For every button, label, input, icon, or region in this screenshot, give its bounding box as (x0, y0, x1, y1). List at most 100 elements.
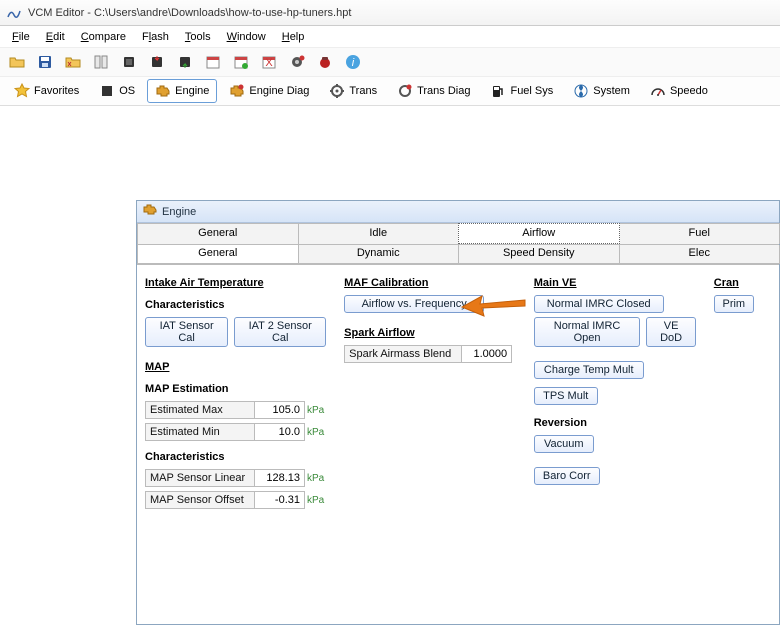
chip-icon[interactable] (118, 51, 140, 73)
main-ve-title: Main VE (534, 277, 696, 289)
map-linear-value[interactable]: 128.13 (255, 469, 305, 487)
compare-icon[interactable] (90, 51, 112, 73)
tab-fuel[interactable]: Fuel (619, 223, 780, 244)
map-linear-unit: kPa (305, 473, 324, 484)
chip-small-icon (99, 83, 115, 99)
col-maf: MAF Calibration Airflow vs. Frequency Sp… (344, 273, 516, 616)
menu-edit[interactable]: Edit (38, 28, 73, 46)
favorites-label: Favorites (34, 85, 79, 97)
fuel-sys-label: Fuel Sys (510, 85, 553, 97)
ve-dod-button[interactable]: VE DoD (646, 317, 695, 347)
favorites-button[interactable]: Favorites (6, 79, 87, 103)
spark-airmass-label: Spark Airmass Blend (344, 345, 462, 363)
iat2-sensor-cal-button[interactable]: IAT 2 Sensor Cal (234, 317, 326, 347)
normal-imrc-closed-button[interactable]: Normal IMRC Closed (534, 295, 664, 313)
os-label: OS (119, 85, 135, 97)
speedo-button[interactable]: Speedo (642, 79, 716, 103)
save-icon[interactable] (34, 51, 56, 73)
folder-icon[interactable] (62, 51, 84, 73)
menu-help[interactable]: Help (274, 28, 313, 46)
estimated-min-unit: kPa (305, 427, 324, 438)
estimated-max-label: Estimated Max (145, 401, 255, 419)
iat-sensor-cal-button[interactable]: IAT Sensor Cal (145, 317, 228, 347)
subtab-elec[interactable]: Elec (619, 245, 780, 264)
normal-imrc-open-button[interactable]: Normal IMRC Open (534, 317, 641, 347)
col-cran: Cran Prim (714, 273, 771, 616)
tab-idle[interactable]: Idle (298, 223, 460, 244)
calendar3-icon[interactable]: X (258, 51, 280, 73)
panel-title: Engine (162, 206, 196, 218)
spark-airmass-row: Spark Airmass Blend 1.0000 (344, 345, 516, 363)
map-offset-row: MAP Sensor Offset -0.31 kPa (145, 491, 326, 509)
title-bar: VCM Editor - C:\Users\andre\Downloads\ho… (0, 0, 780, 26)
reversion-title: Reversion (534, 417, 696, 429)
map-offset-label: MAP Sensor Offset (145, 491, 255, 509)
trans-label: Trans (349, 85, 377, 97)
panel-header: Engine (137, 201, 779, 223)
secondary-tabs: General Dynamic Speed Density Elec (137, 245, 779, 265)
read-icon[interactable] (174, 51, 196, 73)
engine-diag-button[interactable]: Engine Diag (221, 79, 317, 103)
map-estimation-title: MAP Estimation (145, 383, 326, 395)
write-icon[interactable] (146, 51, 168, 73)
primary-tabs: General Idle Airflow Fuel (137, 223, 779, 245)
speedo-label: Speedo (670, 85, 708, 97)
map-linear-label: MAP Sensor Linear (145, 469, 255, 487)
col-intake: Intake Air Temperature Characteristics I… (145, 273, 326, 616)
tab-airflow[interactable]: Airflow (458, 223, 620, 244)
system-label: System (593, 85, 630, 97)
boxing-icon[interactable] (314, 51, 336, 73)
engine-small-icon (143, 204, 157, 219)
engine-diag-icon (229, 83, 245, 99)
characteristics-title-2: Characteristics (145, 451, 326, 463)
svg-text:X: X (265, 57, 273, 69)
speedo-icon (650, 83, 666, 99)
gear-red-icon[interactable] (286, 51, 308, 73)
tab-general[interactable]: General (137, 223, 299, 244)
trans-diag-button[interactable]: Trans Diag (389, 79, 478, 103)
baro-corr-button[interactable]: Baro Corr (534, 467, 600, 485)
subtab-dynamic[interactable]: Dynamic (298, 245, 460, 264)
subtab-speed-density[interactable]: Speed Density (458, 245, 620, 264)
map-offset-value[interactable]: -0.31 (255, 491, 305, 509)
characteristics-title-1: Characteristics (145, 299, 326, 311)
vacuum-button[interactable]: Vacuum (534, 435, 594, 453)
toolbar-icons: X i (0, 48, 780, 76)
engine-button[interactable]: Engine (147, 79, 217, 103)
os-button[interactable]: OS (91, 79, 143, 103)
info-icon[interactable]: i (342, 51, 364, 73)
engine-icon (155, 83, 171, 99)
airflow-vs-frequency-button[interactable]: Airflow vs. Frequency (344, 295, 484, 313)
menu-compare[interactable]: Compare (73, 28, 134, 46)
window-title: VCM Editor - C:\Users\andre\Downloads\ho… (28, 7, 351, 19)
fan-icon (573, 83, 589, 99)
system-button[interactable]: System (565, 79, 638, 103)
intake-air-temp-title: Intake Air Temperature (145, 277, 326, 289)
estimated-max-unit: kPa (305, 405, 324, 416)
maf-calibration-title: MAF Calibration (344, 277, 516, 289)
trans-diag-label: Trans Diag (417, 85, 470, 97)
content-area: Intake Air Temperature Characteristics I… (137, 265, 779, 624)
calendar1-icon[interactable] (202, 51, 224, 73)
map-offset-unit: kPa (305, 495, 324, 506)
estimated-max-value[interactable]: 105.0 (255, 401, 305, 419)
spark-airmass-value[interactable]: 1.0000 (462, 345, 512, 363)
estimated-min-value[interactable]: 10.0 (255, 423, 305, 441)
menu-window[interactable]: Window (219, 28, 274, 46)
menu-file[interactable]: File (4, 28, 38, 46)
prim-button[interactable]: Prim (714, 295, 754, 313)
menu-flash[interactable]: Flash (134, 28, 177, 46)
app-icon (6, 5, 22, 21)
trans-button[interactable]: Trans (321, 79, 385, 103)
charge-temp-mult-button[interactable]: Charge Temp Mult (534, 361, 644, 379)
fuel-icon (490, 83, 506, 99)
menu-tools[interactable]: Tools (177, 28, 219, 46)
subtab-general[interactable]: General (137, 245, 299, 264)
cran-title: Cran (714, 277, 771, 289)
tps-mult-button[interactable]: TPS Mult (534, 387, 598, 405)
open-icon[interactable] (6, 51, 28, 73)
fuel-sys-button[interactable]: Fuel Sys (482, 79, 561, 103)
map-title: MAP (145, 361, 326, 373)
col-mainve: Main VE Normal IMRC Closed Normal IMRC O… (534, 273, 696, 616)
calendar2-icon[interactable] (230, 51, 252, 73)
